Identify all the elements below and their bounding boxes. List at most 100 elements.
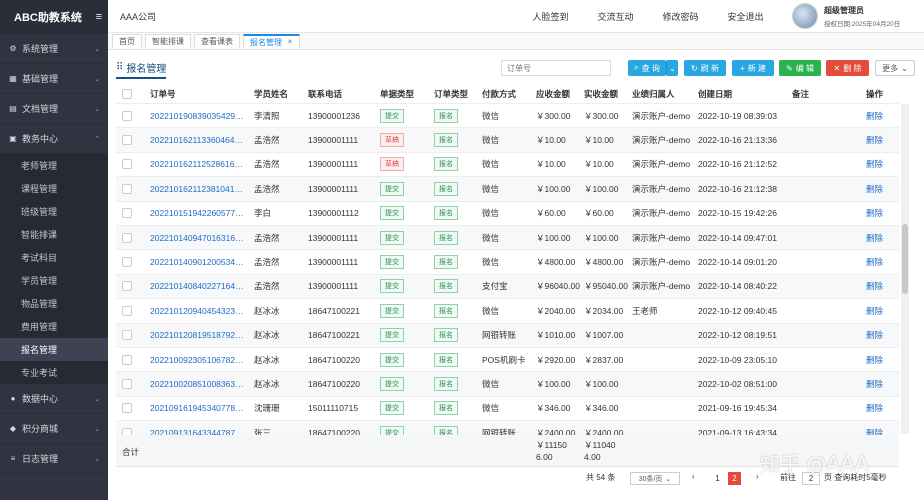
row-checkbox[interactable] — [122, 110, 132, 121]
scroll-thumb[interactable] — [902, 224, 908, 294]
column-header[interactable]: 付款方式 — [478, 88, 532, 100]
delete-row-link[interactable]: 删除 — [866, 257, 883, 267]
page-1-button[interactable]: 1 — [711, 472, 724, 485]
table-row[interactable]: 202210162112528616… 孟浩然 13900001111 草稿 报名 微信 ￥… — [116, 152, 899, 178]
delete-row-link[interactable]: 删除 — [866, 159, 883, 169]
menu-toggle-icon[interactable]: ≡ — [96, 11, 102, 23]
sidebar-item-1[interactable]: 课程管理 — [0, 177, 108, 200]
table-row[interactable]: 202210151942260577… 李白 13900001112 提交 报名 微信 ￥6… — [116, 201, 899, 226]
delete-row-link[interactable]: 删除 — [866, 330, 883, 340]
sidebar-group-3[interactable]: ▣ 教务中心 ⌃ — [0, 124, 108, 154]
delete-row-link[interactable]: 删除 — [866, 135, 883, 145]
sidebar-group-1[interactable]: ▦ 基础管理 ⌄ — [0, 64, 108, 94]
column-header[interactable]: 应收金额 — [532, 88, 580, 100]
column-header[interactable]: 联系电话 — [304, 88, 376, 100]
row-checkbox[interactable] — [122, 378, 132, 389]
order-link[interactable]: 202210092305106782… — [150, 355, 244, 365]
order-link[interactable]: 202210140840227164… — [150, 281, 244, 291]
column-header[interactable]: 订单号 — [146, 88, 250, 100]
edit-button[interactable]: ✎ 编 辑 — [779, 60, 821, 76]
table-row[interactable]: 202210190839035429… 李清照 13900001236 提交 报名 微信 ￥… — [116, 104, 899, 129]
order-link[interactable]: 202210162112528616… — [150, 159, 243, 169]
change-password-link[interactable]: 修改密码 — [648, 10, 713, 23]
row-checkbox[interactable] — [122, 183, 132, 194]
sidebar-item-0[interactable]: 老师管理 — [0, 154, 108, 177]
refresh-button[interactable]: ↻ 刷 新 — [684, 60, 726, 76]
order-link[interactable]: 202210162112381041… — [150, 184, 243, 194]
table-scrollbar[interactable] — [901, 104, 909, 434]
delete-row-link[interactable]: 删除 — [866, 281, 883, 291]
order-link[interactable]: 202109161945340778… — [150, 403, 244, 413]
order-link[interactable]: 202210162113360464… — [150, 135, 243, 145]
page-2-button[interactable]: 2 — [728, 472, 741, 485]
order-search-input[interactable] — [501, 60, 611, 76]
sidebar-item-9[interactable]: 专业考试 — [0, 361, 108, 384]
table-row[interactable]: 202210092305106782… 赵冰冰 18647100220 提交 报名 POS… — [116, 347, 899, 373]
column-header[interactable]: 创建日期 — [694, 88, 788, 100]
more-button[interactable]: 更多 ⌄ — [875, 60, 915, 76]
avatar[interactable] — [792, 3, 818, 29]
column-header[interactable]: 单据类型 — [376, 88, 430, 100]
table-row[interactable]: 202210020851008363… 赵冰冰 18647100220 提交 报名 微信 ￥… — [116, 372, 899, 397]
select-all-checkbox[interactable] — [122, 88, 132, 99]
table-row[interactable]: 202210140947016316… 孟浩然 13900001111 提交 报名 微信 ￥… — [116, 225, 899, 251]
column-header[interactable]: 订单类型 — [430, 88, 478, 100]
tab-home[interactable]: 首页 — [112, 34, 142, 48]
order-link[interactable]: 202210020851008363… — [150, 379, 244, 389]
sidebar-group-2[interactable]: ▤ 文档管理 ⌄ — [0, 94, 108, 124]
table-row[interactable]: 202210140901200534… 孟浩然 13900001111 提交 报名 微信 ￥… — [116, 250, 899, 275]
row-checkbox[interactable] — [122, 354, 132, 365]
row-checkbox[interactable] — [122, 159, 132, 170]
order-link[interactable]: 202210140901200534… — [150, 257, 244, 267]
delete-button[interactable]: ✕ 删 除 — [826, 60, 869, 76]
delete-row-link[interactable]: 删除 — [866, 233, 883, 243]
column-header[interactable]: 业绩归属人 — [628, 88, 694, 100]
query-button[interactable]: ⌕ 查 询 — [628, 60, 666, 76]
sidebar-group-4[interactable]: ● 数据中心 ⌄ — [0, 384, 108, 414]
row-checkbox[interactable] — [122, 232, 132, 243]
order-link[interactable]: 202210151942260577… — [150, 208, 244, 218]
column-header[interactable]: 学员姓名 — [250, 88, 304, 100]
logout-link[interactable]: 安全退出 — [713, 10, 778, 23]
order-link[interactable]: 202210190839035429… — [150, 111, 244, 121]
row-checkbox[interactable] — [122, 403, 132, 414]
close-icon[interactable]: ✕ — [287, 38, 293, 46]
delete-row-link[interactable]: 删除 — [866, 184, 883, 194]
row-checkbox[interactable] — [122, 257, 132, 268]
page-size-select[interactable]: 30条/页 ⌄ — [630, 472, 680, 485]
table-row[interactable]: 202210120819518792… 赵冰冰 18647100221 提交 报名 网银转… — [116, 323, 899, 348]
user-box[interactable]: 超级管理员 授权日期:2025年04月20日 — [792, 3, 900, 29]
table-row[interactable]: 202210162112381041… 孟浩然 13900001111 提交 报名 微信 ￥… — [116, 177, 899, 202]
sidebar-item-2[interactable]: 班级管理 — [0, 200, 108, 223]
sidebar-item-3[interactable]: 智能排课 — [0, 223, 108, 246]
query-dropdown-button[interactable]: ⌄ — [666, 60, 678, 76]
delete-row-link[interactable]: 删除 — [866, 208, 883, 218]
table-row[interactable]: 202210120940454323… 赵冰冰 18647100221 提交 报名 微信 ￥… — [116, 299, 899, 324]
sidebar-item-5[interactable]: 学员管理 — [0, 269, 108, 292]
order-link[interactable]: 202210140947016316… — [150, 233, 244, 243]
sidebar-group-5[interactable]: ◆ 积分商城 ⌄ — [0, 414, 108, 444]
prev-page-button[interactable]: ‹ — [692, 472, 695, 481]
delete-row-link[interactable]: 删除 — [866, 355, 883, 365]
row-checkbox[interactable] — [122, 281, 132, 292]
sidebar-item-8[interactable]: 报名管理 — [0, 338, 108, 361]
sidebar-item-7[interactable]: 费用管理 — [0, 315, 108, 338]
delete-row-link[interactable]: 删除 — [866, 111, 883, 121]
table-row[interactable]: 202210140840227164… 孟浩然 13900001111 提交 报名 支付宝… — [116, 274, 899, 300]
table-row[interactable]: 202109161945340778… 沈珊珊 15011110715 提交 报名 微信 ￥… — [116, 396, 899, 422]
order-link[interactable]: 202210120940454323… — [150, 306, 244, 316]
sidebar-group-6[interactable]: ≡ 日志管理 ⌄ — [0, 444, 108, 474]
row-checkbox[interactable] — [122, 330, 132, 341]
sidebar-item-6[interactable]: 物品管理 — [0, 292, 108, 315]
delete-row-link[interactable]: 删除 — [866, 403, 883, 413]
sidebar-group-0[interactable]: ⚙ 系统管理 ⌄ — [0, 34, 108, 64]
tab-enrollment[interactable]: 报名管理 ✕ — [243, 34, 300, 48]
row-checkbox[interactable] — [122, 208, 132, 219]
order-link[interactable]: 202210120819518792… — [150, 330, 244, 340]
tab-scheduling[interactable]: 智能排课 — [145, 34, 191, 48]
sidebar-item-4[interactable]: 考试科目 — [0, 246, 108, 269]
row-checkbox[interactable] — [122, 135, 132, 146]
face-checkin-link[interactable]: 人脸签到 — [518, 10, 583, 23]
column-header[interactable]: 操作 — [862, 88, 899, 100]
delete-row-link[interactable]: 删除 — [866, 379, 883, 389]
